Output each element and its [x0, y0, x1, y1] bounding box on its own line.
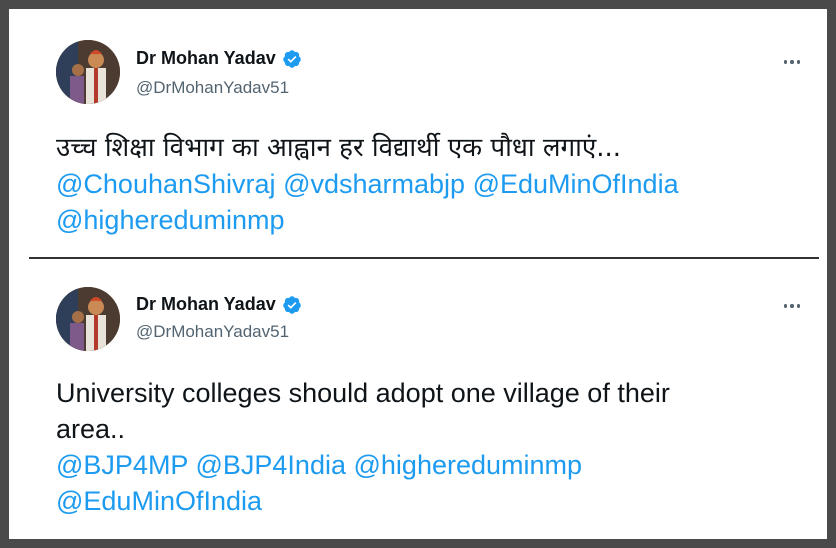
tweet-text: University colleges should adopt one vil…: [56, 375, 806, 519]
avatar[interactable]: [56, 40, 120, 104]
more-options-icon[interactable]: [780, 294, 804, 318]
author-row: Dr Mohan Yadav: [136, 294, 302, 315]
tweet-text: उच्च शिक्षा विभाग का आह्वान हर विद्यार्थ…: [56, 130, 806, 238]
mentions-line: @EduMinOfIndia: [56, 483, 806, 519]
tweet-2[interactable]: Dr Mohan Yadav @DrMohanYadav51 Universit…: [18, 259, 836, 548]
tweet-text-line: University colleges should adopt one vil…: [56, 378, 670, 408]
author-row: Dr Mohan Yadav: [136, 48, 302, 69]
mention-link[interactable]: @EduMinOfIndia: [56, 486, 262, 516]
tweet-1[interactable]: Dr Mohan Yadav @DrMohanYadav51 उच्च शिक्…: [18, 18, 836, 258]
more-options-icon[interactable]: [780, 50, 804, 74]
avatar[interactable]: [56, 287, 120, 351]
mentions-line: @highereduminmp: [56, 202, 806, 238]
mention-link[interactable]: @EduMinOfIndia: [473, 169, 679, 199]
verified-badge-icon: [282, 49, 302, 69]
author-name[interactable]: Dr Mohan Yadav: [136, 48, 276, 69]
mention-link[interactable]: @highereduminmp: [354, 450, 583, 480]
mention-link[interactable]: @BJP4India: [195, 450, 346, 480]
author-handle[interactable]: @DrMohanYadav51: [136, 322, 289, 342]
verified-badge-icon: [282, 295, 302, 315]
author-name[interactable]: Dr Mohan Yadav: [136, 294, 276, 315]
mention-link[interactable]: @ChouhanShivraj: [56, 169, 276, 199]
screenshot-frame: Dr Mohan Yadav @DrMohanYadav51 उच्च शिक्…: [0, 0, 836, 548]
mentions-line: @ChouhanShivraj @vdsharmabjp @EduMinOfIn…: [56, 166, 806, 202]
mention-link[interactable]: @highereduminmp: [56, 205, 285, 235]
mentions-line: @BJP4MP @BJP4India @highereduminmp: [56, 447, 806, 483]
mention-link[interactable]: @vdsharmabjp: [283, 169, 465, 199]
mention-link[interactable]: @BJP4MP: [56, 450, 188, 480]
author-handle[interactable]: @DrMohanYadav51: [136, 78, 289, 98]
tweet-text-line: उच्च शिक्षा विभाग का आह्वान हर विद्यार्थ…: [56, 133, 622, 163]
tweet-text-line: area..: [56, 414, 126, 444]
